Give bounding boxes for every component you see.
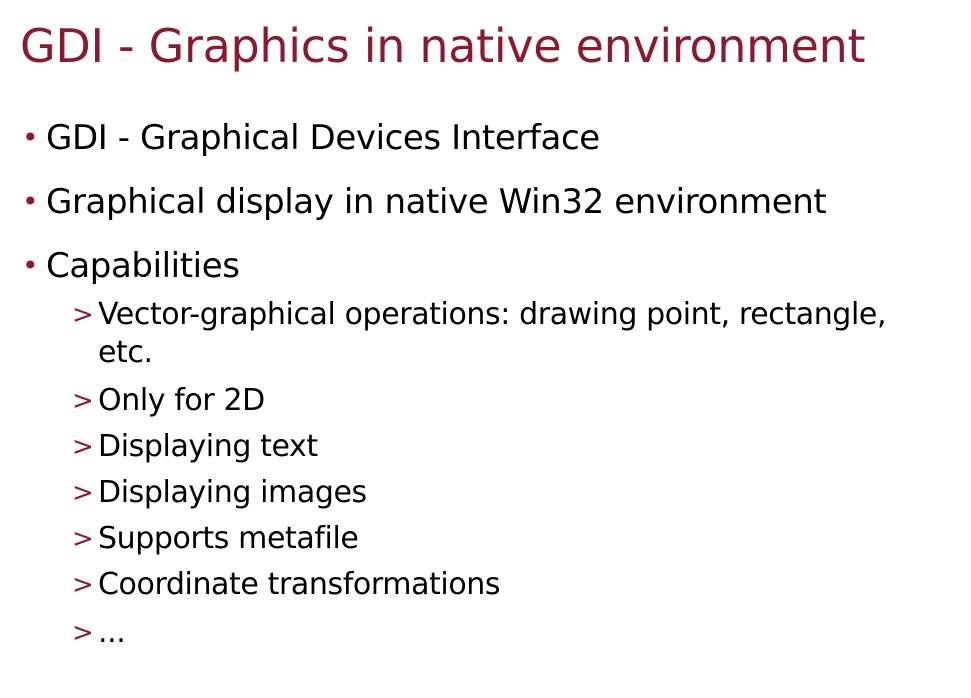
sub-bullet-item: > Supports metafile [72, 520, 932, 558]
sub-bullet-item: > Vector-graphical operations: drawing p… [72, 296, 892, 372]
bullet-text: Capabilities [46, 246, 240, 286]
bullet-item: • Graphical display in native Win32 envir… [22, 182, 827, 222]
sub-bullet-text: Displaying images [98, 475, 367, 510]
sub-bullet-item: > ... [72, 614, 932, 652]
sub-bullet-text: ... [98, 615, 126, 650]
bullet-marker: • [22, 121, 39, 154]
sub-bullet-text: Supports metafile [98, 521, 359, 556]
sub-bullet-text: Displaying text [98, 429, 318, 464]
sub-bullet-marker: > [72, 432, 94, 462]
bullet-text: Graphical display in native Win32 enviro… [46, 182, 827, 222]
sub-bullet-marker: > [72, 300, 94, 330]
sub-bullet-marker: > [72, 386, 94, 416]
slide-title: GDI - Graphics in native environment [20, 19, 866, 73]
sub-bullet-text: Vector-graphical operations: drawing poi… [98, 297, 887, 370]
sub-bullet-item: > Displaying images [72, 474, 932, 512]
bullet-marker: • [22, 185, 39, 218]
bullet-item: • GDI - Graphical Devices Interface [22, 118, 600, 158]
sub-bullet-marker: > [72, 478, 94, 508]
bullet-marker: • [22, 249, 39, 282]
sub-bullet-marker: > [72, 570, 94, 600]
sub-bullet-text: Only for 2D [98, 383, 265, 418]
sub-bullet-item: > Coordinate transformations [72, 566, 932, 604]
bullet-text: GDI - Graphical Devices Interface [46, 118, 600, 158]
sub-bullet-item: > Displaying text [72, 428, 932, 466]
sub-bullet-marker: > [72, 524, 94, 554]
slide: GDI - Graphics in native environment • GD… [0, 0, 971, 698]
sub-bullet-text: Coordinate transformations [98, 567, 501, 602]
sub-bullet-marker: > [72, 618, 94, 648]
bullet-item: • Capabilities [22, 246, 240, 286]
sub-bullet-item: > Only for 2D [72, 382, 932, 420]
